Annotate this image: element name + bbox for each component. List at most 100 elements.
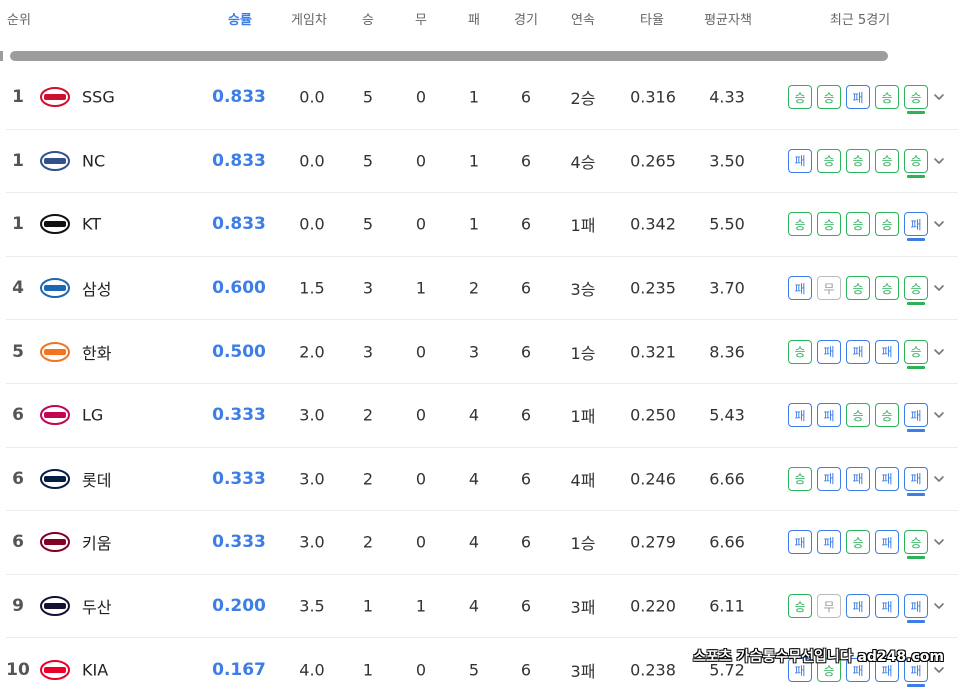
team-name[interactable]: 두산	[82, 594, 111, 618]
win-pct-cell: 0.333	[212, 468, 266, 489]
chevron-down-icon[interactable]	[932, 535, 946, 549]
recent-result-badge: 승	[875, 212, 899, 237]
win-pct-cell: 0.600	[212, 278, 266, 299]
games-behind-cell: 4.0	[299, 660, 325, 680]
games-behind-cell: 1.5	[299, 278, 325, 298]
header-draws[interactable]: 무	[409, 9, 433, 28]
wins-cell: 2	[362, 469, 374, 489]
table-row[interactable]: 9 두산 0.200 3.5 1 1 4 6 3패 0.220 6.11 승무패…	[6, 575, 958, 639]
latest-result-underline	[907, 174, 925, 178]
streak-cell: 4패	[570, 470, 596, 490]
recent-result-badge: 승	[904, 276, 928, 306]
table-row[interactable]: 1 SSG 0.833 0.0 5 0 1 6 2승 0.316 4.33 승승…	[6, 66, 958, 130]
table-row[interactable]: 6 LG 0.333 3.0 2 0 4 6 1패 0.250 5.43 패패승…	[6, 384, 958, 448]
header-losses[interactable]: 패	[462, 9, 486, 28]
streak-cell: 1승	[570, 534, 596, 554]
recent-games: 승승승승패	[788, 210, 928, 242]
draws-cell: 1	[415, 596, 427, 616]
team-name[interactable]: 롯데	[82, 467, 111, 491]
recent-result-badge: 패	[846, 339, 870, 364]
games-behind-cell: 3.5	[299, 596, 325, 616]
header-rank[interactable]: 순위	[7, 9, 31, 28]
era-cell: 8.36	[709, 342, 745, 362]
recent-result-badge: 승	[817, 85, 841, 110]
team-logo-icon	[40, 405, 70, 426]
games-cell: 6	[520, 532, 532, 552]
team-name[interactable]: LG	[82, 406, 103, 425]
wins-cell: 1	[362, 660, 374, 680]
horizontal-scrollbar[interactable]	[10, 51, 888, 61]
table-row[interactable]: 6 롯데 0.333 3.0 2 0 4 6 4패 0.246 6.66 승패패…	[6, 448, 958, 512]
table-row[interactable]: 4 삼성 0.600 1.5 3 1 2 6 3승 0.235 3.70 패무승…	[6, 257, 958, 321]
table-row[interactable]: 6 키움 0.333 3.0 2 0 4 6 1승 0.279 6.66 패패승…	[6, 511, 958, 575]
chevron-down-icon[interactable]	[932, 472, 946, 486]
team-name[interactable]: KT	[82, 215, 101, 234]
team-name[interactable]: 삼성	[82, 276, 111, 300]
header-wins[interactable]: 승	[356, 9, 380, 28]
recent-result-badge: 승	[788, 212, 812, 237]
recent-games: 패패승승패	[788, 401, 928, 433]
chevron-down-icon[interactable]	[932, 599, 946, 613]
recent-result-badge: 승	[846, 148, 870, 173]
streak-cell: 1패	[570, 407, 596, 427]
team-logo-icon	[40, 596, 70, 617]
chevron-down-icon[interactable]	[932, 154, 946, 168]
table-row[interactable]: 5 한화 0.500 2.0 3 0 3 6 1승 0.321 8.36 승패패…	[6, 320, 958, 384]
header-games[interactable]: 경기	[510, 9, 542, 28]
rank-cell: 6	[12, 468, 24, 489]
recent-result-badge: 무	[817, 276, 841, 301]
streak-cell: 1패	[570, 216, 596, 236]
recent-result-badge: 패	[846, 466, 870, 491]
batting-avg-cell: 0.321	[630, 342, 676, 362]
streak-cell: 2승	[570, 89, 596, 109]
table-row[interactable]: 1 NC 0.833 0.0 5 0 1 6 4승 0.265 3.50 패승승…	[6, 130, 958, 194]
header-gb[interactable]: 게임차	[287, 9, 331, 28]
recent-result-badge: 패	[788, 403, 812, 428]
draws-cell: 1	[415, 278, 427, 298]
recent-result-badge: 승	[875, 276, 899, 301]
games-behind-cell: 3.0	[299, 405, 325, 425]
games-behind-cell: 0.0	[299, 151, 325, 171]
team-name[interactable]: SSG	[82, 88, 115, 107]
team-name[interactable]: KIA	[82, 661, 108, 680]
chevron-down-icon[interactable]	[932, 217, 946, 231]
losses-cell: 3	[468, 342, 480, 362]
batting-avg-cell: 0.246	[630, 469, 676, 489]
recent-result-badge: 승	[817, 212, 841, 237]
header-avg[interactable]: 타율	[636, 9, 668, 28]
team-name[interactable]: 한화	[82, 340, 111, 364]
recent-result-badge: 패	[904, 466, 928, 496]
era-cell: 6.66	[709, 469, 745, 489]
latest-result-underline	[907, 556, 925, 560]
chevron-down-icon[interactable]	[932, 345, 946, 359]
wins-cell: 2	[362, 532, 374, 552]
games-cell: 6	[520, 342, 532, 362]
draws-cell: 0	[415, 469, 427, 489]
recent-result-badge: 승	[788, 466, 812, 491]
games-cell: 6	[520, 214, 532, 234]
losses-cell: 4	[468, 532, 480, 552]
latest-result-underline	[907, 365, 925, 369]
team-name[interactable]: NC	[82, 151, 105, 170]
games-cell: 6	[520, 278, 532, 298]
header-pct[interactable]: 승률	[218, 9, 262, 28]
team-name[interactable]: 키움	[82, 530, 111, 554]
chevron-down-icon[interactable]	[932, 408, 946, 422]
header-era[interactable]: 평균자책	[700, 9, 756, 28]
recent-result-badge: 승	[904, 530, 928, 560]
losses-cell: 4	[468, 405, 480, 425]
draws-cell: 0	[415, 405, 427, 425]
header-streak[interactable]: 연속	[567, 9, 599, 28]
wins-cell: 3	[362, 342, 374, 362]
recent-result-badge: 패	[846, 594, 870, 619]
games-cell: 6	[520, 660, 532, 680]
table-row[interactable]: 1 KT 0.833 0.0 5 0 1 6 1패 0.342 5.50 승승승…	[6, 193, 958, 257]
batting-avg-cell: 0.250	[630, 405, 676, 425]
recent-games: 패무승승승	[788, 274, 928, 306]
chevron-down-icon[interactable]	[932, 281, 946, 295]
games-cell: 6	[520, 151, 532, 171]
recent-games: 패승승승승	[788, 147, 928, 178]
team-logo-icon	[40, 341, 70, 362]
recent-result-badge: 패	[904, 594, 928, 624]
chevron-down-icon[interactable]	[932, 90, 946, 104]
